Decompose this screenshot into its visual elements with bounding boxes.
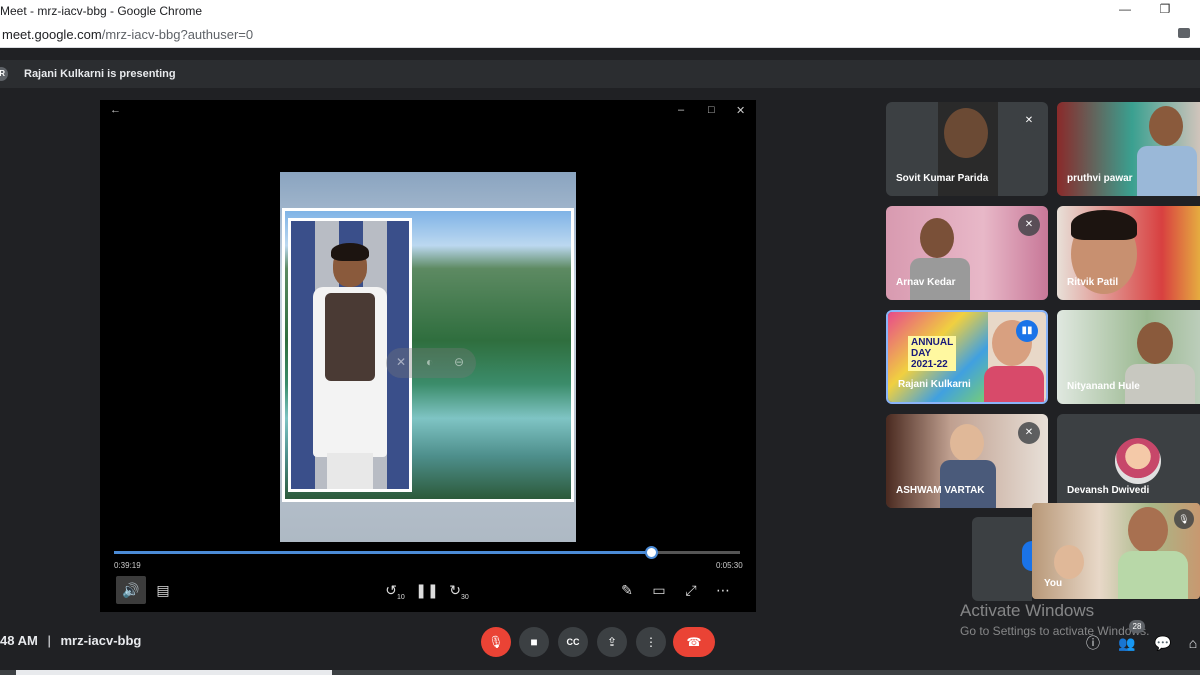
participant-name: Sovit Kumar Parida bbox=[896, 173, 989, 184]
player-close-icon[interactable]: ✕ bbox=[736, 104, 745, 117]
browser-titlebar: Meet - mrz-iacv-bbg - Google Chrome — ❐ bbox=[0, 0, 1200, 22]
meeting-details[interactable]: 48 AM | mrz-iacv-bbg bbox=[0, 633, 141, 648]
minimize-icon[interactable]: — bbox=[1114, 2, 1136, 20]
participant-name: Arnav Kedar bbox=[896, 277, 956, 288]
url-host: meet.google.com bbox=[2, 27, 102, 42]
participant-name: Nityanand Hule bbox=[1067, 381, 1140, 392]
participant-tile[interactable]: Nityanand Hule bbox=[1057, 310, 1200, 404]
muted-mic-icon: ✕ bbox=[1018, 422, 1040, 444]
url-path: /mrz-iacv-bbg?authuser=0 bbox=[101, 27, 254, 42]
self-view-tile[interactable]: 🎙 You bbox=[1032, 503, 1200, 599]
faded-overlay-controls: ✕ ◐ ⊖ bbox=[386, 348, 476, 378]
seek-handle[interactable] bbox=[645, 546, 658, 559]
participant-name: pruthvi pawar bbox=[1067, 173, 1133, 184]
window-title: Meet - mrz-iacv-bbg - Google Chrome bbox=[0, 4, 203, 18]
volume-off-overlay-icon: ◐ bbox=[426, 355, 434, 369]
fullscreen-icon[interactable]: ⤢ bbox=[676, 576, 706, 604]
pause-icon[interactable]: ❚❚ bbox=[412, 576, 442, 604]
back-arrow-icon[interactable]: ← bbox=[110, 104, 121, 116]
participant-tile[interactable]: ✕ ASHWAM VARTAK bbox=[886, 414, 1048, 508]
self-name: You bbox=[1044, 578, 1063, 589]
participant-tile-partial[interactable] bbox=[972, 517, 1042, 601]
self-mic-icon: 🎙 bbox=[1174, 509, 1194, 529]
captions-button[interactable]: CC bbox=[558, 627, 588, 657]
windows-watermark-title: Activate Windows bbox=[960, 601, 1095, 620]
presenter-banner: R Rajani Kulkarni is presenting bbox=[0, 60, 1200, 88]
participant-name: Rajani Kulkarni bbox=[898, 379, 971, 390]
camera-button[interactable]: ■ bbox=[519, 627, 549, 657]
presentation-stage: ← – □ ✕ ✕ ◐ ⊖ 0:39:19 0:05:30 🔊 ▤ ↺10 ❚❚… bbox=[100, 100, 756, 612]
slide-text: ANNUAL DAY 2021-22 bbox=[908, 336, 957, 371]
info-icon[interactable]: ⓘ bbox=[1082, 632, 1104, 654]
avatar bbox=[1115, 438, 1161, 484]
restore-icon[interactable]: ❐ bbox=[1154, 2, 1176, 20]
participant-tile[interactable]: Ritvik Patil bbox=[1057, 206, 1200, 300]
pen-icon[interactable]: ✎ bbox=[612, 576, 642, 604]
meeting-time: 48 AM bbox=[0, 633, 38, 648]
camera-permission-icon[interactable] bbox=[1178, 28, 1190, 38]
forward-30-icon[interactable]: ↻30 bbox=[444, 576, 474, 604]
total-time: 0:05:30 bbox=[716, 561, 743, 570]
participant-tile[interactable]: ✕ Sovit Kumar Parida bbox=[886, 102, 1048, 196]
end-call-button[interactable]: ☎ bbox=[673, 627, 715, 657]
progress-bar-remaining[interactable] bbox=[652, 551, 740, 554]
present-button[interactable]: ⇪ bbox=[597, 627, 627, 657]
remove-overlay-icon: ⊖ bbox=[454, 355, 465, 369]
slide-image: ✕ ◐ ⊖ bbox=[280, 172, 576, 542]
participant-tile[interactable]: ✕ Arnav Kedar bbox=[886, 206, 1048, 300]
player-minimize-icon[interactable]: – bbox=[678, 104, 684, 116]
progress-bar-played[interactable] bbox=[114, 551, 652, 554]
activities-icon[interactable]: ⌂ bbox=[1182, 632, 1200, 654]
participant-name: Ritvik Patil bbox=[1067, 277, 1119, 288]
participant-count-badge: 28 bbox=[1129, 620, 1145, 633]
mic-muted-button[interactable]: 🎙 bbox=[481, 627, 511, 657]
bottom-scroll-strip bbox=[0, 670, 1200, 675]
muted-mic-icon: ✕ bbox=[1018, 110, 1040, 132]
participant-tile[interactable]: pruthvi pawar bbox=[1057, 102, 1200, 196]
player-maximize-icon[interactable]: □ bbox=[708, 104, 715, 116]
url-text[interactable]: meet.google.com/mrz-iacv-bbg?authuser=0 bbox=[2, 27, 253, 42]
volume-icon[interactable]: 🔊 bbox=[116, 576, 146, 604]
address-bar[interactable]: meet.google.com/mrz-iacv-bbg?authuser=0 bbox=[0, 22, 1200, 48]
participant-tile-active-speaker[interactable]: ANNUAL DAY 2021-22 ▮▮ Rajani Kulkarni bbox=[886, 310, 1048, 404]
chat-icon[interactable]: 💬 bbox=[1152, 632, 1174, 654]
rewind-10-icon[interactable]: ↺10 bbox=[380, 576, 410, 604]
muted-mic-icon: ✕ bbox=[1018, 214, 1040, 236]
picture-in-picture-icon[interactable]: ▭ bbox=[644, 576, 674, 604]
more-options-icon[interactable]: ⋯ bbox=[708, 576, 738, 604]
current-time: 0:39:19 bbox=[114, 561, 141, 570]
meeting-separator: | bbox=[47, 633, 51, 648]
presenter-avatar: R bbox=[0, 67, 8, 81]
participant-name: ASHWAM VARTAK bbox=[896, 485, 985, 496]
captions-icon[interactable]: ▤ bbox=[148, 576, 178, 604]
speaking-indicator-icon: ▮▮ bbox=[1016, 320, 1038, 342]
photo-frame: ✕ ◐ ⊖ bbox=[282, 208, 574, 502]
presenter-text: Rajani Kulkarni is presenting bbox=[24, 68, 176, 80]
scroll-thumb[interactable] bbox=[16, 670, 332, 675]
mute-overlay-icon: ✕ bbox=[396, 355, 407, 369]
more-options-button[interactable]: ⋮ bbox=[636, 627, 666, 657]
player-topbar: ← – □ ✕ bbox=[100, 100, 756, 122]
meeting-code: mrz-iacv-bbg bbox=[60, 633, 142, 648]
participant-name: Devansh Dwivedi bbox=[1067, 485, 1150, 496]
people-icon[interactable]: 👥 bbox=[1116, 632, 1138, 654]
participant-tile[interactable]: Devansh Dwivedi bbox=[1057, 414, 1200, 508]
